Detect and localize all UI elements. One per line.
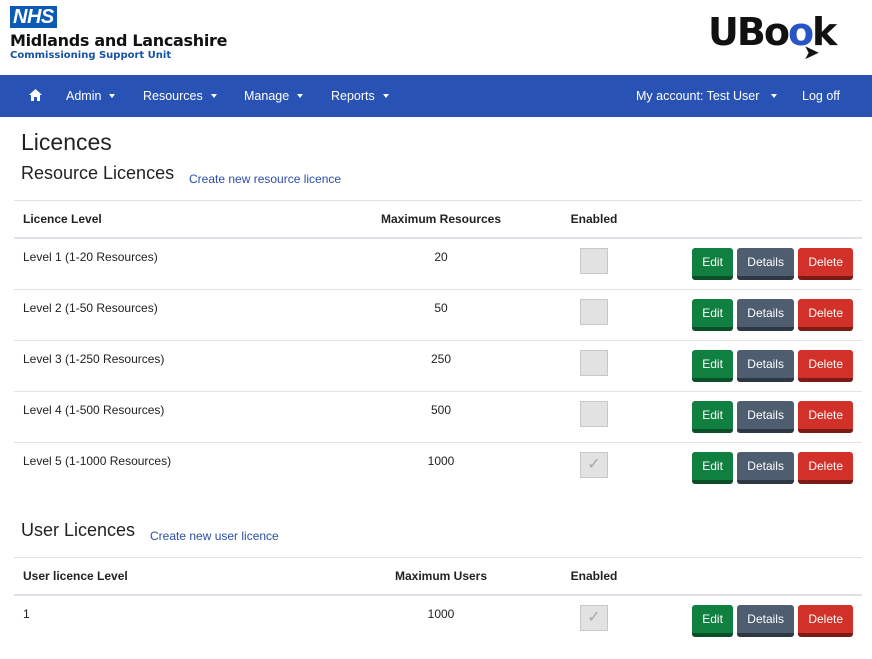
main-navbar: Admin Resources Manage Reports My accoun… — [0, 75, 872, 117]
details-button[interactable]: Details — [737, 298, 794, 331]
resource-licences-table: Licence Level Maximum Resources Enabled … — [14, 200, 862, 493]
nav-admin[interactable]: Admin — [66, 75, 116, 117]
nav-manage[interactable]: Manage — [244, 75, 304, 117]
table-row: Level 4 (1-500 Resources) 500 Edit Detai… — [14, 391, 862, 443]
nhs-logo: NHS Midlands and Lancashire Commissionin… — [10, 6, 228, 62]
enabled-checkbox-checked: ✓ — [580, 451, 608, 478]
licence-level: Level 2 (1-50 Resources) — [14, 289, 352, 341]
licence-level: Level 1 (1-20 Resources) — [14, 238, 352, 290]
table-row: Level 5 (1-1000 Resources) 1000 ✓ Edit D… — [14, 442, 862, 493]
nav-admin-label: Admin — [66, 89, 102, 103]
caret-down-icon — [297, 93, 304, 98]
edit-button[interactable]: Edit — [692, 451, 733, 484]
maximum-resources: 20 — [352, 238, 530, 290]
caret-down-icon — [771, 93, 778, 98]
user-licence-level: 1 — [23, 607, 30, 621]
enabled-checkbox — [580, 298, 608, 325]
maximum-resources: 50 — [352, 289, 530, 341]
table-row: 1 1000 ✓ Edit Details Delete — [14, 595, 862, 646]
site-header: NHS Midlands and Lancashire Commissionin… — [0, 0, 872, 75]
edit-button[interactable]: Edit — [692, 605, 733, 637]
col-maximum-users: Maximum Users — [352, 557, 530, 596]
cursor-icon: ➤ — [803, 40, 820, 64]
caret-down-icon — [109, 93, 116, 98]
org-subtitle: Commissioning Support Unit — [10, 50, 172, 61]
edit-button[interactable]: Edit — [692, 248, 733, 280]
maximum-resources: 500 — [352, 391, 530, 443]
delete-button[interactable]: Delete — [798, 349, 853, 382]
user-licences-table: User licence Level Maximum Users Enabled… — [14, 557, 862, 646]
delete-button[interactable]: Delete — [798, 400, 853, 433]
details-button[interactable]: Details — [737, 451, 794, 484]
nav-logoff-label: Log off — [802, 89, 841, 103]
table-row: Level 1 (1-20 Resources) 20 Edit Details… — [14, 238, 862, 290]
maximum-resources: 1000 — [427, 453, 455, 468]
col-actions — [658, 557, 862, 596]
details-button[interactable]: Details — [737, 248, 794, 280]
col-user-licence-level: User licence Level — [14, 557, 352, 596]
col-actions — [658, 200, 862, 239]
enabled-checkbox — [580, 248, 608, 274]
maximum-resources: 250 — [352, 340, 530, 392]
resource-licences-title: Resource Licences — [21, 163, 175, 183]
home-icon[interactable] — [29, 89, 42, 101]
enabled-checkbox — [580, 349, 608, 376]
delete-button[interactable]: Delete — [798, 298, 853, 331]
caret-down-icon — [210, 93, 217, 98]
col-enabled: Enabled — [530, 557, 658, 596]
delete-button[interactable]: Delete — [798, 605, 853, 637]
nav-manage-label: Manage — [244, 89, 290, 103]
nhs-badge: NHS — [10, 6, 57, 28]
page-title: Licences — [21, 129, 112, 155]
licence-level: Level 5 (1-1000 Resources) — [23, 453, 172, 468]
nav-reports[interactable]: Reports — [331, 75, 389, 117]
nav-log-off[interactable]: Log off — [802, 75, 840, 117]
edit-button[interactable]: Edit — [692, 298, 733, 331]
nav-account-label: My account: Test User — [636, 89, 760, 103]
edit-button[interactable]: Edit — [692, 349, 733, 382]
nav-my-account[interactable]: My account: Test User — [636, 75, 778, 117]
table-header-row: Licence Level Maximum Resources Enabled — [14, 200, 862, 239]
user-licences-title: User Licences — [21, 520, 136, 540]
create-user-licence-link[interactable]: Create new user licence — [150, 529, 279, 543]
nav-reports-label: Reports — [331, 89, 375, 103]
caret-down-icon — [382, 93, 389, 98]
nav-resources[interactable]: Resources — [143, 75, 217, 117]
table-header-row: User licence Level Maximum Users Enabled — [14, 557, 862, 596]
delete-button[interactable]: Delete — [798, 248, 853, 280]
table-row: Level 2 (1-50 Resources) 50 Edit Details… — [14, 289, 862, 341]
edit-button[interactable]: Edit — [692, 400, 733, 433]
nav-resources-label: Resources — [143, 89, 203, 103]
details-button[interactable]: Details — [737, 605, 794, 637]
logo-text-1: UBo — [708, 10, 790, 54]
delete-button[interactable]: Delete — [798, 451, 853, 484]
col-enabled: Enabled — [530, 200, 658, 239]
maximum-users: 1000 — [427, 607, 455, 621]
details-button[interactable]: Details — [737, 349, 794, 382]
create-resource-licence-link[interactable]: Create new resource licence — [189, 172, 341, 186]
licence-level: Level 4 (1-500 Resources) — [14, 391, 352, 443]
table-row: Level 3 (1-250 Resources) 250 Edit Detai… — [14, 340, 862, 392]
enabled-checkbox-checked: ✓ — [580, 605, 608, 631]
details-button[interactable]: Details — [737, 400, 794, 433]
col-licence-level: Licence Level — [14, 200, 352, 239]
enabled-checkbox — [580, 400, 608, 427]
ubook-logo[interactable]: UBook ➤ — [708, 10, 837, 64]
licence-level: Level 3 (1-250 Resources) — [14, 340, 352, 392]
org-name: Midlands and Lancashire — [10, 31, 228, 50]
col-maximum-resources: Maximum Resources — [352, 200, 530, 239]
